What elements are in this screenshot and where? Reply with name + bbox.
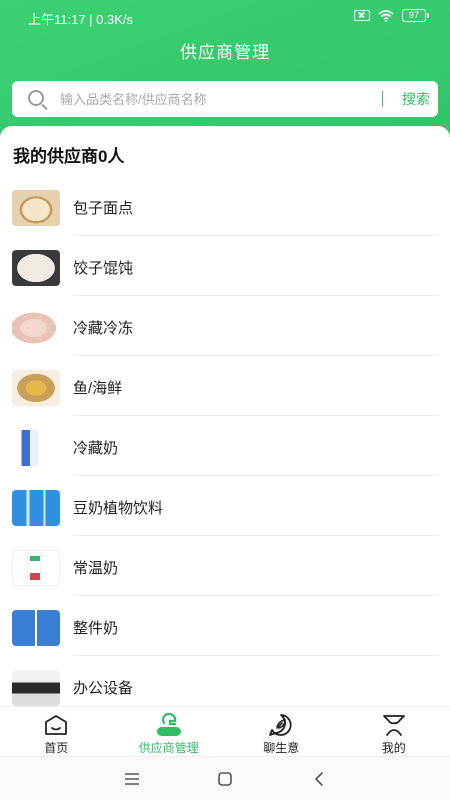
supplier-icon: [156, 713, 181, 736]
fish-thumbnail: [12, 370, 60, 406]
printer-thumbnail: [12, 670, 60, 706]
status-bar: 上午11:17 | 0.3K/s 97: [0, 0, 450, 32]
category-label: 豆奶植物饮料: [73, 500, 164, 517]
category-item-dumplings[interactable]: 饺子馄饨: [0, 236, 450, 296]
back-icon[interactable]: [309, 769, 329, 789]
milk-case-thumbnail: [12, 610, 60, 646]
category-label: 常温奶: [73, 560, 119, 577]
category-list: 包子面点 饺子馄饨 冷藏冷冻 鱼/海鲜 冷藏奶 豆奶植物饮料 常温奶 整件奶 办…: [0, 176, 450, 706]
tab-label: 聊生意: [263, 741, 300, 755]
tab-home[interactable]: 首页: [0, 707, 113, 756]
status-icons: 97: [354, 9, 429, 22]
chat-leaf-icon: [269, 714, 292, 736]
battery-indicator: 97: [402, 9, 429, 22]
category-item-seafood[interactable]: 鱼/海鲜: [0, 356, 450, 416]
category-label: 冷藏冷冻: [73, 320, 134, 337]
tab-chat-business[interactable]: 聊生意: [225, 707, 338, 756]
category-label: 鱼/海鲜: [73, 380, 123, 397]
frozen-chicken-thumbnail: [12, 310, 60, 346]
wifi-icon: [378, 9, 394, 22]
soy-milk-thumbnail: [12, 490, 60, 526]
tab-label: 供应商管理: [138, 741, 199, 755]
category-item-frozen[interactable]: 冷藏冷冻: [0, 296, 450, 356]
tab-label: 我的: [381, 741, 406, 755]
system-navigation-bar: [0, 756, 450, 800]
category-item-milk-case[interactable]: 整件奶: [0, 596, 450, 656]
search-bar: 搜索: [12, 81, 438, 117]
home-button-icon[interactable]: [215, 769, 235, 789]
search-icon: [28, 90, 44, 106]
category-item-ambient-milk[interactable]: 常温奶: [0, 536, 450, 596]
profile-icon: [382, 715, 405, 736]
my-suppliers-title: 我的供应商0人: [13, 147, 125, 166]
category-label: 办公设备: [73, 680, 134, 697]
category-item-office[interactable]: 办公设备: [0, 656, 450, 706]
buns-thumbnail: [12, 190, 60, 226]
category-item-buns[interactable]: 包子面点: [0, 176, 450, 236]
chilled-milk-thumbnail: [12, 430, 60, 466]
search-divider: [382, 91, 383, 107]
menu-icon[interactable]: [122, 769, 142, 789]
category-label: 饺子馄饨: [73, 260, 134, 277]
category-label: 包子面点: [73, 200, 134, 217]
sim-card-icon: [354, 10, 370, 21]
bottom-tab-bar: 首页 供应商管理 聊生意 我的: [0, 706, 450, 756]
status-time-speed: 上午11:17 | 0.3K/s: [28, 12, 134, 27]
tab-label: 首页: [44, 741, 69, 755]
search-button[interactable]: 搜索: [390, 87, 442, 111]
search-input[interactable]: [60, 87, 370, 111]
category-label: 整件奶: [73, 620, 119, 637]
dumplings-thumbnail: [12, 250, 60, 286]
home-icon: [45, 715, 68, 735]
supplier-content: 我的供应商0人 包子面点 饺子馄饨 冷藏冷冻 鱼/海鲜 冷藏奶 豆奶植物饮料 常…: [0, 126, 450, 706]
page-title: 供应商管理: [180, 43, 270, 62]
category-item-soy-milk[interactable]: 豆奶植物饮料: [0, 476, 450, 536]
tab-mine[interactable]: 我的: [338, 707, 450, 756]
tab-supplier-management[interactable]: 供应商管理: [113, 707, 226, 756]
ambient-milk-thumbnail: [12, 550, 60, 586]
category-item-chilled-milk[interactable]: 冷藏奶: [0, 416, 450, 476]
category-label: 冷藏奶: [73, 440, 119, 457]
